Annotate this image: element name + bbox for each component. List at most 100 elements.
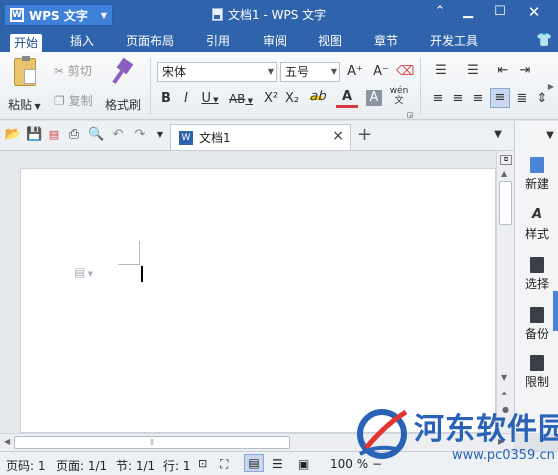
customize-toolbar-icon[interactable]: ▼: [154, 126, 166, 144]
grow-font-button[interactable]: A⁺: [346, 63, 364, 81]
tab-references[interactable]: 引用: [202, 32, 234, 50]
document-tab-label: 文档1: [199, 131, 231, 145]
phonetic-guide-button[interactable]: wén 文: [388, 86, 410, 106]
word-doc-icon: W: [179, 130, 193, 145]
underline-button[interactable]: U ▼: [198, 90, 222, 109]
vertical-scrollbar[interactable]: ⧉ ▲ ▼ ⏶ ●: [496, 151, 514, 433]
document-tab[interactable]: W 文档1 ×: [170, 124, 351, 150]
task-pane-select[interactable]: 选择: [515, 257, 558, 292]
minimize-button[interactable]: ▁: [458, 2, 478, 22]
align-right-icon[interactable]: ≡: [470, 90, 486, 108]
print-icon[interactable]: ⎙: [66, 126, 82, 144]
document-page[interactable]: ▤ ▼: [20, 168, 496, 433]
open-folder-icon[interactable]: 📂: [4, 126, 22, 144]
font-color-button[interactable]: A: [336, 88, 358, 108]
export-pdf-icon[interactable]: ▤: [46, 126, 62, 144]
decrease-indent-icon[interactable]: ⇤: [494, 62, 512, 80]
format-painter-label: 格式刷: [104, 98, 141, 112]
maximize-button[interactable]: ☐: [490, 2, 510, 22]
tab-list-icon[interactable]: ▼: [490, 126, 506, 144]
increase-indent-icon[interactable]: ⇥: [516, 62, 534, 80]
superscript-button[interactable]: X²: [262, 90, 280, 108]
clear-format-icon[interactable]: ⌫: [396, 63, 414, 81]
highlight-button[interactable]: ab: [306, 88, 329, 110]
page-view-icon[interactable]: ▤: [244, 454, 264, 472]
chevron-down-icon: ▼: [210, 96, 219, 104]
format-painter-button[interactable]: 格式刷: [103, 57, 143, 113]
app-menu-button[interactable]: W WPS 文字 ▼: [4, 4, 113, 26]
task-pane-styles[interactable]: A 样式: [515, 207, 558, 242]
wps-logo-icon: W: [10, 8, 24, 22]
horizontal-scroll-thumb[interactable]: ⦀: [14, 436, 290, 449]
new-tab-button[interactable]: +: [357, 124, 372, 145]
char-shading-icon[interactable]: A: [366, 90, 382, 106]
tab-developer[interactable]: 开发工具: [426, 32, 482, 50]
bold-button[interactable]: B: [158, 90, 174, 108]
redo-icon[interactable]: ↷: [132, 126, 148, 144]
close-tab-icon[interactable]: ×: [332, 128, 344, 144]
align-left-icon[interactable]: ≡: [430, 90, 446, 108]
pane-menu-icon[interactable]: ▼: [543, 127, 557, 145]
paste-label: 粘贴: [8, 98, 33, 112]
paragraph-menu-icon[interactable]: ▤ ▼: [74, 265, 93, 279]
align-center-icon[interactable]: ≡: [450, 90, 466, 108]
font-name-select[interactable]: 宋体 ▼: [157, 62, 277, 82]
undo-icon[interactable]: ↶: [110, 126, 126, 144]
web-view-icon[interactable]: ▣: [298, 457, 309, 471]
task-pane-backup[interactable]: 备份: [515, 307, 558, 342]
scroll-up-icon[interactable]: ▲: [501, 169, 507, 178]
site-watermark: 河东软件园 www.pc0359.cn: [356, 402, 558, 472]
paste-button[interactable]: 粘贴 ▼: [8, 56, 42, 114]
cut-button[interactable]: ✂ 剪切: [54, 62, 92, 79]
scroll-left-icon[interactable]: ◀: [4, 437, 10, 446]
justify-icon[interactable]: ≡: [490, 88, 510, 108]
margin-corner-mark: [118, 241, 140, 265]
numbered-list-icon[interactable]: ☰: [460, 62, 486, 80]
clipboard-icon: [14, 56, 36, 86]
watermark-logo: [357, 409, 408, 459]
close-button[interactable]: ✕: [524, 2, 544, 22]
task-pane-backup-label: 备份: [524, 327, 549, 341]
task-pane-restrict[interactable]: 限制: [515, 355, 558, 390]
bulleted-list-icon[interactable]: ☰: [428, 62, 454, 80]
tab-page-layout[interactable]: 页面布局: [122, 32, 178, 50]
select-icon: [530, 257, 544, 273]
subscript-button[interactable]: X₂: [283, 90, 301, 108]
shrink-font-button[interactable]: A⁻: [372, 63, 390, 81]
font-size-select[interactable]: 五号 ▼: [280, 62, 340, 82]
outline-view-icon[interactable]: ☰: [272, 457, 283, 471]
page-number-status: 页码: 1: [6, 459, 46, 473]
phonetic-label: wén: [389, 86, 409, 96]
strikethrough-label: AB: [228, 92, 246, 106]
print-preview-icon[interactable]: 🔍: [88, 126, 104, 144]
new-doc-icon: [530, 157, 544, 173]
tab-view[interactable]: 视图: [314, 32, 346, 50]
full-screen-icon[interactable]: ⛶: [220, 457, 228, 472]
ribbon-scroll-right-icon[interactable]: ▶: [546, 74, 556, 100]
ribbon-toggle-icon[interactable]: ⌃: [430, 2, 450, 22]
title-bar: W WPS 文字 ▼ 文档1 - WPS 文字 ⌃ ▁ ☐ ✕: [0, 0, 558, 28]
scroll-down-icon[interactable]: ▼: [501, 373, 507, 382]
split-view-icon[interactable]: ⧉: [500, 155, 512, 165]
bold-label: B: [161, 91, 171, 106]
watermark-name: 河东软件园: [414, 412, 558, 447]
distributed-align-icon[interactable]: ≣: [514, 90, 530, 108]
tab-sections[interactable]: 章节: [370, 32, 402, 50]
tab-insert[interactable]: 插入: [66, 32, 98, 50]
italic-button[interactable]: I: [178, 90, 194, 108]
pane-collapse-icon[interactable]: [553, 291, 558, 331]
divider: [150, 58, 151, 114]
scroll-thumb[interactable]: [499, 181, 512, 225]
task-pane-new[interactable]: 新建: [515, 157, 558, 192]
prev-page-icon[interactable]: ⏶: [501, 389, 507, 399]
scissors-icon: ✂: [54, 64, 68, 78]
spell-check-icon[interactable]: ⊡: [198, 457, 207, 470]
pages-status: 页面: 1/1: [56, 459, 108, 473]
tab-review[interactable]: 审阅: [259, 32, 291, 50]
copy-button[interactable]: ❐ 复制: [54, 92, 93, 109]
strikethrough-button[interactable]: AB ▼: [226, 90, 256, 110]
shirt-icon[interactable]: 👕: [532, 32, 556, 50]
tab-start[interactable]: 开始: [10, 34, 43, 52]
superscript-label: X²: [263, 91, 279, 106]
save-icon[interactable]: 💾: [26, 126, 42, 144]
